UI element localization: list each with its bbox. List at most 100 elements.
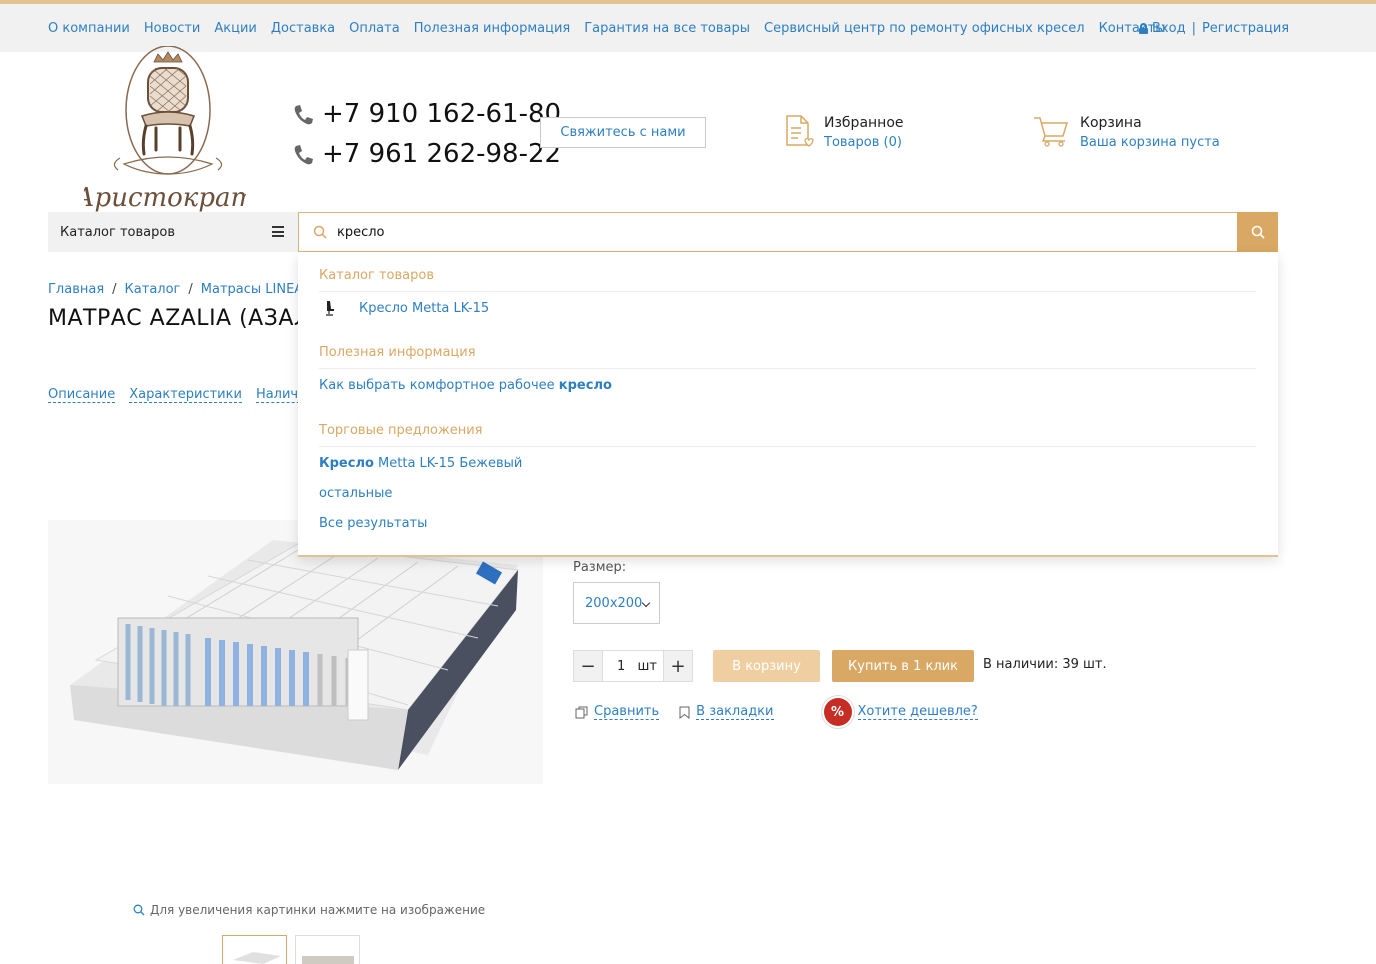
suggestion-all-results-link[interactable]: Все результаты (319, 508, 1256, 538)
logo-text: Аристократ (84, 183, 246, 213)
breadcrumb-separator: / (112, 282, 117, 297)
breadcrumb-separator: / (188, 282, 193, 297)
product-image[interactable] (48, 520, 543, 784)
cart-text: Корзина Ваша корзина пуста (1080, 114, 1220, 152)
quantity-field[interactable]: 1 шт (603, 650, 663, 682)
suggestion-others-link[interactable]: остальные (319, 478, 1256, 508)
phone-row-2: +7 961 262-98-22 (292, 134, 561, 174)
chair-thumbnail-icon (326, 301, 334, 316)
top-menu: О компании Новости Акции Доставка Оплата… (48, 21, 1165, 36)
phone-row-1: +7 910 162-61-80 (292, 94, 561, 134)
mattress-thumbnail (233, 952, 281, 964)
search-suggestions-dropdown: Каталог товаров Кресло Metta LK-15 Полез… (298, 252, 1278, 557)
suggestion-item[interactable]: Кресло Metta LK-15 (319, 293, 1256, 323)
section-heading: Полезная информация (319, 345, 1256, 369)
shopping-cart-icon (1034, 117, 1069, 147)
catalog-label: Каталог товаров (60, 224, 175, 240)
section-heading: Торговые предложения (319, 423, 1256, 447)
catalog-menu-button[interactable]: Каталог товаров (48, 212, 298, 252)
menu-icon (272, 226, 284, 237)
suggestion-section-catalog: Каталог товаров Кресло Metta LK-15 (319, 268, 1256, 323)
search-icon (313, 225, 327, 239)
product-actions: Сравнить В закладки % Хотите дешевле? (575, 698, 978, 726)
section-heading: Каталог товаров (319, 268, 1256, 292)
nav-warranty[interactable]: Гарантия на все товары (584, 21, 750, 36)
breadcrumb-catalog[interactable]: Каталог (125, 282, 181, 297)
bookmark-link[interactable]: В закладки (696, 704, 774, 720)
nav-about[interactable]: О компании (48, 21, 130, 36)
nav-news[interactable]: Новости (144, 21, 201, 36)
quantity-stepper: − 1 шт + (573, 650, 693, 682)
lock-icon (1139, 23, 1148, 34)
cart-title: Корзина (1080, 115, 1142, 131)
breadcrumb-category[interactable]: Матрасы LINEAR (201, 282, 312, 297)
cart-widget[interactable]: Корзина Ваша корзина пуста (1032, 114, 1220, 152)
add-to-cart-button[interactable]: В корзину (713, 650, 820, 682)
contact-us-button[interactable]: Свяжитесь с нами (540, 117, 706, 148)
spring-blocks (117, 617, 359, 707)
compare-icon (575, 706, 588, 718)
breadcrumb: Главная / Каталог / Матрасы LINEAR (48, 282, 312, 297)
breadcrumb-home[interactable]: Главная (48, 282, 104, 297)
suggestion-text: Как выбрать комфортное рабочее (319, 377, 559, 393)
stock-status: В наличии: 39 шт. (983, 657, 1107, 672)
zoom-hint: Для увеличения картинки нажмите на изобр… (133, 903, 485, 917)
product-thumbnail[interactable] (295, 935, 360, 964)
product-tabs: Описание Характеристики Наличие (48, 387, 315, 403)
discount-percent-icon: % (823, 698, 852, 726)
quantity-value: 1 (617, 658, 626, 674)
buy-one-click-button[interactable]: Купить в 1 клик (832, 650, 974, 682)
tab-specifications[interactable]: Характеристики (129, 387, 242, 403)
mattress-thumbnail (302, 956, 354, 964)
search-bar (298, 212, 1238, 252)
favorites-text: Избранное Товаров (0) (824, 114, 904, 152)
suggestion-item[interactable]: Кресло Metta LK-15 Бежевый (319, 448, 1256, 478)
auth-links: Вход | Регистрация (1139, 21, 1289, 36)
chevron-down-icon (641, 598, 651, 608)
suggestion-section-offers: Торговые предложения Кресло Metta LK-15 … (319, 423, 1256, 538)
nav-promotions[interactable]: Акции (214, 21, 257, 36)
want-cheaper-link[interactable]: Хотите дешевле? (857, 704, 978, 720)
nav-delivery[interactable]: Доставка (271, 21, 335, 36)
compare-link[interactable]: Сравнить (594, 704, 660, 720)
phone-number-1[interactable]: +7 910 162-61-80 (322, 99, 561, 129)
favorites-widget[interactable]: Избранное Товаров (0) (784, 114, 904, 152)
suggestion-text: Кресло Metta LK-15 (359, 300, 490, 316)
phone-icon (294, 105, 313, 125)
tab-description[interactable]: Описание (48, 387, 116, 403)
zoom-hint-text: Для увеличения картинки нажмите на изобр… (150, 903, 486, 917)
magnifier-icon (133, 904, 145, 916)
nav-service-center[interactable]: Сервисный центр по ремонту офисных кресе… (764, 21, 1085, 36)
top-navigation: О компании Новости Акции Доставка Оплата… (0, 4, 1376, 52)
search-icon (1251, 225, 1265, 239)
decrease-quantity-button[interactable]: − (573, 650, 603, 682)
search-input[interactable] (337, 224, 1187, 240)
login-link[interactable]: Вход (1152, 21, 1186, 36)
size-value: 200x200 (585, 595, 643, 611)
phone-icon (294, 145, 313, 165)
phone-number-2[interactable]: +7 961 262-98-22 (322, 139, 561, 169)
phone-block: +7 910 162-61-80 +7 961 262-98-22 (292, 94, 561, 174)
favorites-title: Избранное (824, 115, 904, 131)
search-submit-button[interactable] (1237, 212, 1278, 252)
register-link[interactable]: Регистрация (1202, 21, 1289, 36)
brand-logo[interactable]: Аристократ (84, 46, 246, 214)
bookmark-icon (679, 706, 690, 719)
increase-quantity-button[interactable]: + (663, 650, 693, 682)
size-label: Размер: (573, 560, 627, 575)
favorites-list-icon (786, 115, 814, 147)
nav-useful-info[interactable]: Полезная информация (414, 21, 571, 36)
suggestion-section-useful-info: Полезная информация Как выбрать комфортн… (319, 345, 1256, 400)
page-title: МАТРАС AZALIA (АЗАЛ (48, 306, 311, 331)
size-select[interactable]: 200x200 (573, 582, 660, 624)
suggestion-item[interactable]: Как выбрать комфортное рабочее кресло (319, 370, 1256, 400)
suggestion-match: Кресло (319, 455, 374, 471)
nav-payment[interactable]: Оплата (349, 21, 400, 36)
suggestion-text: Metta LK-15 Бежевый (373, 455, 523, 471)
favorites-count[interactable]: Товаров (0) (824, 133, 904, 152)
cart-status[interactable]: Ваша корзина пуста (1080, 133, 1220, 152)
product-thumbnail[interactable] (222, 935, 287, 964)
suggestion-match: кресло (558, 377, 612, 393)
quantity-unit: шт (637, 658, 657, 674)
auth-separator: | (1191, 21, 1196, 36)
